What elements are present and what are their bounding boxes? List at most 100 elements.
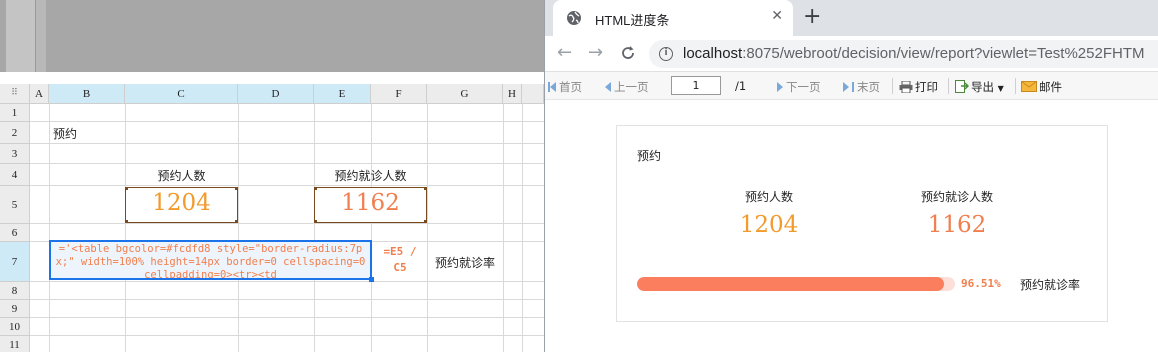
progress-bar-track [637, 277, 955, 291]
report-toolbar: 首页 上一页 1 /1 下一页 末页 打印 导出 ▼ 邮件 [545, 72, 1158, 100]
globe-icon [567, 11, 581, 25]
close-icon[interactable]: ✕ [771, 8, 783, 24]
grid-line [30, 121, 544, 122]
grid-line [30, 299, 544, 300]
url-field[interactable]: i localhost:8075/webroot/decision/view/r… [649, 40, 1158, 68]
row-header-8[interactable]: 8 [0, 282, 30, 300]
booked-label: 预约人数 [744, 190, 793, 204]
export-icon [955, 80, 970, 93]
fill-handle[interactable] [369, 277, 374, 282]
cell-corner-mark [235, 220, 238, 223]
grid-line [314, 104, 315, 352]
row-header-3[interactable]: 3 [0, 144, 30, 164]
visited-count: 1162 [927, 212, 987, 238]
row-header-10[interactable]: 10 [0, 318, 30, 336]
address-bar-row: ← → i localhost:8075/webroot/decision/vi… [545, 36, 1158, 72]
browser-window: HTML进度条 ✕ + ← → i localhost:8075/webroot… [544, 0, 1158, 352]
column-header-a[interactable]: A [30, 84, 49, 104]
prev-page-button[interactable]: 上一页 [605, 79, 649, 95]
mail-icon [1021, 81, 1037, 92]
prev-page-label: 上一页 [614, 80, 649, 94]
row-header-2[interactable]: 2 [0, 122, 30, 144]
column-header-f[interactable]: F [371, 84, 427, 104]
grid-line [30, 163, 544, 164]
column-header-d[interactable]: D [238, 84, 314, 104]
column-header-c[interactable]: C [125, 84, 238, 104]
last-page-label: 末页 [857, 80, 880, 94]
grid-line [30, 335, 544, 336]
grid-line [522, 104, 523, 352]
grid-line [125, 104, 126, 352]
toolbar-divider [1015, 78, 1016, 94]
chevron-down-icon: ▼ [997, 84, 1004, 93]
grid-line [427, 104, 428, 352]
cell-b2[interactable]: 预约 [53, 125, 77, 142]
url-host: localhost [683, 45, 743, 62]
first-page-button[interactable]: 首页 [548, 79, 582, 95]
report-designer-sheet: ⠿ A B C D E F G H 1 2 3 4 5 6 7 8 9 10 1… [0, 0, 544, 352]
export-label: 导出 [971, 80, 994, 94]
cell-e4[interactable]: 预约就诊人数 [314, 167, 427, 184]
printer-icon [899, 80, 913, 94]
column-header-g[interactable]: G [427, 84, 503, 104]
url-text: localhost:8075/webroot/decision/view/rep… [683, 45, 1144, 62]
cell-corner-mark [424, 220, 427, 223]
first-page-label: 首页 [559, 80, 582, 94]
last-page-button[interactable]: 末页 [843, 79, 880, 95]
column-header-e[interactable]: E [314, 84, 371, 104]
grid-line [30, 223, 544, 224]
toolbar-divider [948, 78, 949, 94]
row-header-4[interactable]: 4 [0, 164, 30, 186]
back-arrow-icon[interactable]: ← [557, 42, 572, 64]
toolbar-divider [892, 78, 893, 94]
row-header-11[interactable]: 11 [0, 336, 30, 352]
mail-button[interactable]: 邮件 [1021, 79, 1062, 95]
export-button[interactable]: 导出 ▼ [955, 79, 1004, 95]
site-info-icon[interactable]: i [659, 47, 673, 61]
cell-e5[interactable]: 1162 [314, 187, 427, 223]
cell-g7[interactable]: 预约就诊率 [427, 254, 503, 271]
row-header-7[interactable]: 7 [0, 242, 30, 282]
progress-bar-fill [637, 277, 944, 291]
forward-arrow-icon[interactable]: → [588, 42, 603, 64]
report-card: 预约 预约人数 预约就诊人数 1204 1162 96.51% 预约就诊率 [616, 125, 1108, 322]
booked-count: 1204 [739, 212, 799, 238]
row-header-1[interactable]: 1 [0, 104, 30, 122]
cell-corner-mark [314, 220, 317, 223]
ruler-edge [36, 0, 46, 72]
cell-c5-value: 1204 [152, 190, 211, 216]
vertical-ruler [6, 0, 36, 72]
url-path: :8075/webroot/decision/view/report?viewl… [742, 45, 1145, 62]
grid-line [30, 281, 544, 282]
visited-label: 预约就诊人数 [920, 190, 993, 204]
grid-line [503, 104, 504, 352]
grid-line [30, 185, 544, 186]
reload-icon[interactable] [619, 44, 637, 62]
first-page-icon [550, 82, 556, 92]
next-page-button[interactable]: 下一页 [777, 79, 821, 95]
screen: ⠿ A B C D E F G H 1 2 3 4 5 6 7 8 9 10 1… [0, 0, 1158, 352]
column-header-blank [522, 84, 544, 104]
cell-corner-mark [125, 220, 128, 223]
cell-c4[interactable]: 预约人数 [125, 167, 238, 184]
tab-strip: HTML进度条 ✕ + [545, 0, 1158, 36]
cell-c5[interactable]: 1204 [125, 187, 238, 223]
print-button[interactable]: 打印 [899, 79, 938, 95]
select-all-corner[interactable]: ⠿ [0, 84, 30, 104]
cell-e5-value: 1162 [341, 190, 400, 216]
column-header-b[interactable]: B [49, 84, 125, 104]
new-tab-button[interactable]: + [803, 6, 821, 28]
grid-line [30, 143, 544, 144]
cell-f7[interactable]: =E5 / C5 [374, 244, 426, 276]
next-page-icon [777, 82, 783, 92]
page-number-input[interactable]: 1 [671, 76, 721, 95]
cell-b7-selected[interactable]: ='<table bgcolor=#fcdfd8 style="border-r… [49, 240, 372, 280]
prev-page-icon [605, 82, 611, 92]
progress-percent: 96.51% [961, 277, 1001, 290]
row-header-6[interactable]: 6 [0, 224, 30, 242]
row-header-5[interactable]: 5 [0, 186, 30, 224]
last-page-icon [843, 82, 849, 92]
row-header-9[interactable]: 9 [0, 300, 30, 318]
browser-tab-active[interactable]: HTML进度条 ✕ [553, 0, 793, 36]
column-header-h[interactable]: H [503, 84, 522, 104]
